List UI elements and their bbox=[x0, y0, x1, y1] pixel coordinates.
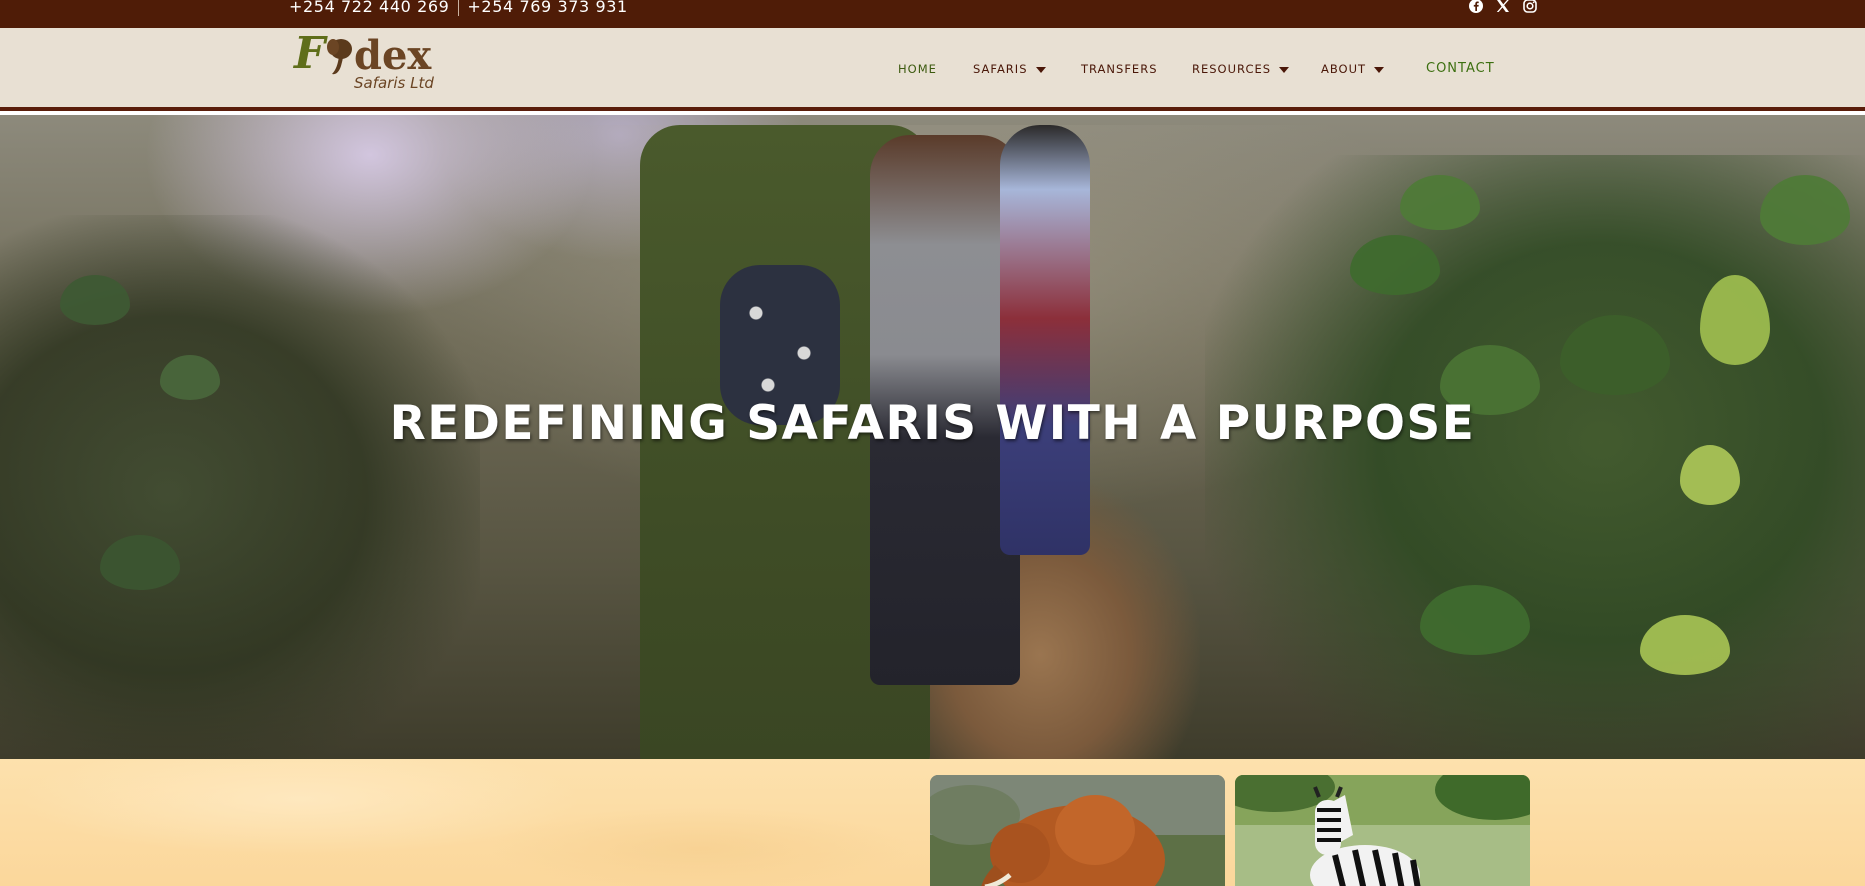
x-icon[interactable] bbox=[1495, 0, 1511, 14]
phone-numbers: +254 722 440 269 +254 769 373 931 bbox=[289, 0, 628, 16]
featured-section bbox=[0, 759, 1865, 886]
nav-resources[interactable]: RESOURCES bbox=[1192, 62, 1290, 76]
facebook-icon[interactable] bbox=[1468, 0, 1484, 14]
nav-about[interactable]: ABOUT bbox=[1321, 62, 1385, 76]
nav-safaris-label: SAFARIS bbox=[973, 62, 1028, 76]
nav-home[interactable]: HOME bbox=[898, 62, 937, 76]
nav-resources-label: RESOURCES bbox=[1192, 62, 1272, 76]
nav-transfers-label: TRANSFERS bbox=[1081, 62, 1158, 76]
zebra-card[interactable] bbox=[1235, 775, 1530, 886]
watercolor-background bbox=[0, 759, 920, 886]
caret-down-icon bbox=[1279, 66, 1290, 73]
top-bar: +254 722 440 269 +254 769 373 931 bbox=[0, 0, 1865, 28]
nav-about-label: ABOUT bbox=[1321, 62, 1367, 76]
elephant-image bbox=[930, 775, 1225, 886]
main-nav: HOME SAFARIS TRANSFERS RESOURCES ABOUT C… bbox=[0, 28, 1865, 108]
social-links bbox=[1468, 0, 1538, 14]
site-header: F dex Safaris Ltd HOME SAFARIS TRANSFERS… bbox=[0, 28, 1865, 111]
phone-number-2[interactable]: +254 769 373 931 bbox=[467, 0, 627, 16]
instagram-icon[interactable] bbox=[1522, 0, 1538, 14]
nav-safaris[interactable]: SAFARIS bbox=[973, 62, 1046, 76]
elephant-card[interactable] bbox=[930, 775, 1225, 886]
nav-home-label: HOME bbox=[898, 62, 937, 76]
nav-contact-label: CONTACT bbox=[1426, 61, 1495, 76]
phone-divider bbox=[458, 0, 460, 16]
hero-leaf bbox=[160, 355, 220, 400]
nav-transfers[interactable]: TRANSFERS bbox=[1081, 62, 1158, 76]
hiker-third bbox=[1000, 125, 1090, 555]
hero-heading: REDEFINING SAFARIS WITH A PURPOSE bbox=[389, 396, 1476, 451]
caret-down-icon bbox=[1035, 66, 1046, 73]
caret-down-icon bbox=[1374, 66, 1385, 73]
hero-banner: REDEFINING SAFARIS WITH A PURPOSE bbox=[0, 115, 1865, 759]
hero-right-foliage bbox=[1205, 155, 1865, 759]
zebra-image bbox=[1235, 775, 1530, 886]
phone-number-1[interactable]: +254 722 440 269 bbox=[289, 0, 449, 16]
nav-contact[interactable]: CONTACT bbox=[1426, 61, 1495, 76]
